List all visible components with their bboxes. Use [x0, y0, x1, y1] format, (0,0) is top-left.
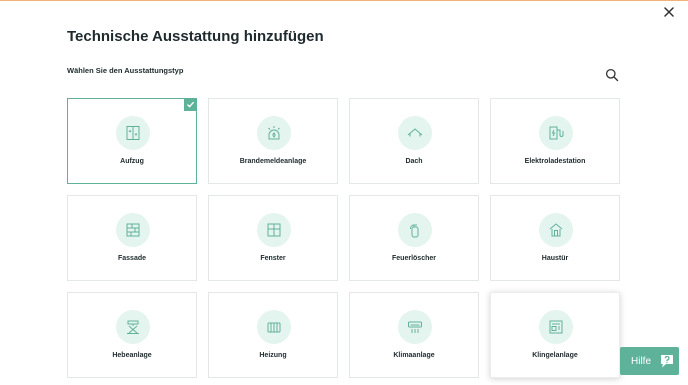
- search-icon: [605, 68, 619, 82]
- equipment-card-aufzug[interactable]: Aufzug: [67, 98, 197, 184]
- elevator-icon: [116, 116, 150, 150]
- help-label: Hilfe: [631, 355, 652, 367]
- equipment-label: Aufzug: [120, 158, 144, 165]
- dialog-subtitle: Wählen Sie den Ausstattungstyp: [67, 66, 184, 75]
- close-button[interactable]: [662, 6, 676, 20]
- equipment-card-elektroladestation[interactable]: Elektroladestation: [490, 98, 620, 184]
- help-button[interactable]: Hilfe: [620, 347, 679, 375]
- equipment-label: Feuerlöscher: [392, 255, 436, 262]
- equipment-card-heizung[interactable]: Heizung: [208, 292, 338, 378]
- equipment-card-feuerloescher[interactable]: Feuerlöscher: [349, 195, 479, 281]
- help-chat-icon: [661, 355, 674, 368]
- front-door-icon: [539, 213, 573, 247]
- equipment-label: Dach: [405, 158, 423, 165]
- equipment-label: Heizung: [259, 352, 287, 359]
- equipment-label: Klimaanlage: [393, 352, 435, 359]
- roof-icon: [398, 116, 432, 150]
- lifting-system-icon: [116, 310, 150, 344]
- equipment-card-haustuer[interactable]: Haustür: [490, 195, 620, 281]
- equipment-label: Haustür: [541, 255, 569, 262]
- heating-icon: [257, 310, 291, 344]
- equipment-label: Hebeanlage: [112, 352, 152, 359]
- doorbell-icon: [539, 310, 573, 344]
- equipment-label: Elektroladestation: [524, 158, 586, 165]
- close-icon: [664, 7, 674, 17]
- equipment-card-brandemeldeanlage[interactable]: Brandemeldeanlage: [208, 98, 338, 184]
- equipment-label: Klingelanlage: [532, 352, 578, 359]
- top-accent-line: [0, 0, 688, 1]
- fire-alarm-icon: [257, 116, 291, 150]
- equipment-card-fenster[interactable]: Fenster: [208, 195, 338, 281]
- search-button[interactable]: [605, 68, 619, 82]
- dialog-title: Technische Ausstattung hinzufügen: [67, 28, 324, 45]
- equipment-card-fassade[interactable]: Fassade: [67, 195, 197, 281]
- equipment-label: Fenster: [260, 255, 286, 262]
- checkmark-icon: [187, 101, 195, 108]
- equipment-type-grid: Aufzug Brandemeldeanlage Dach Elektrolad…: [67, 98, 620, 378]
- selected-checkmark: [184, 98, 197, 111]
- fire-extinguisher-icon: [398, 213, 432, 247]
- window-icon: [257, 213, 291, 247]
- equipment-card-hebeanlage[interactable]: Hebeanlage: [67, 292, 197, 378]
- equipment-label: Fassade: [117, 255, 147, 262]
- ev-charging-icon: [539, 116, 573, 150]
- equipment-card-dach[interactable]: Dach: [349, 98, 479, 184]
- air-conditioner-icon: [398, 310, 432, 344]
- equipment-card-klimaanlage[interactable]: Klimaanlage: [349, 292, 479, 378]
- facade-icon: [116, 213, 150, 247]
- equipment-label: Brandemeldeanlage: [239, 158, 307, 165]
- equipment-card-klingelanlage[interactable]: Klingelanlage: [490, 292, 620, 378]
